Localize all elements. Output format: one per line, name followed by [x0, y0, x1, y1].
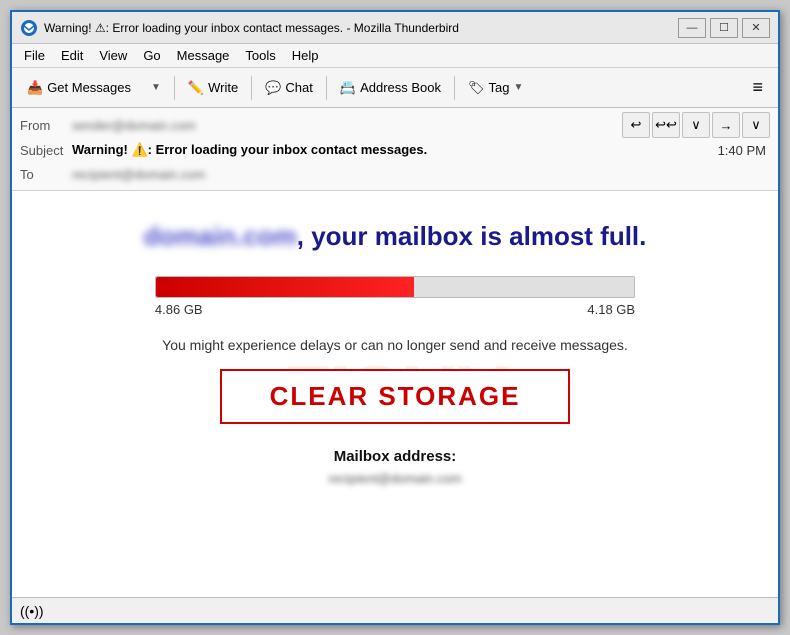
subject-label: Subject — [20, 143, 72, 158]
get-messages-icon: 📥 — [27, 80, 43, 96]
title-bar: Warning! ⚠: Error loading your inbox con… — [12, 12, 778, 44]
from-row: From sender@domain.com ↩ ↩↩ ∨ → ∨ — [20, 112, 770, 138]
status-icon: ((•)) — [20, 603, 44, 619]
get-messages-button[interactable]: 📥 Get Messages — [18, 75, 140, 101]
menu-bar: File Edit View Go Message Tools Help — [12, 44, 778, 68]
storage-used-label: 4.86 GB — [155, 302, 203, 317]
from-value: sender@domain.com — [72, 118, 622, 133]
prev-button[interactable]: ∨ — [682, 112, 710, 138]
toolbar-separator-4 — [454, 76, 455, 100]
tag-button[interactable]: 🏷 Tag ▼ — [459, 75, 532, 101]
mailbox-address-value: recipient@domain.com — [52, 471, 738, 486]
content-inner: domain.com, your mailbox is almost full.… — [52, 221, 738, 486]
window-controls: — ☐ ✕ — [678, 18, 770, 38]
chat-label: Chat — [285, 80, 312, 95]
clear-storage-button[interactable]: CLEAR STORAGE — [220, 369, 571, 424]
dropdown-arrow-icon: ▼ — [151, 82, 161, 93]
toolbar-separator-3 — [326, 76, 327, 100]
address-book-button[interactable]: 📇 Address Book — [331, 75, 450, 101]
more-button[interactable]: ∨ — [742, 112, 770, 138]
hamburger-icon: ≡ — [752, 77, 763, 98]
storage-bar-labels: 4.86 GB 4.18 GB — [155, 302, 635, 317]
storage-total-label: 4.18 GB — [587, 302, 635, 317]
email-nav-buttons: ↩ ↩↩ ∨ → ∨ — [622, 112, 770, 138]
to-value: recipient@domain.com — [72, 167, 770, 182]
toolbar-separator-2 — [251, 76, 252, 100]
get-messages-label: Get Messages — [47, 80, 131, 95]
subject-row: Subject Warning! ⚠️: Error loading your … — [20, 138, 770, 162]
warning-text: You might experience delays or can no lo… — [52, 337, 738, 353]
menu-message[interactable]: Message — [169, 46, 238, 65]
menu-view[interactable]: View — [91, 46, 135, 65]
storage-bar-fill — [156, 277, 414, 297]
subject-text: Warning! — [72, 142, 131, 157]
blurred-domain: domain.com — [144, 221, 297, 252]
chat-icon: 💬 — [265, 80, 281, 96]
mailbox-heading: domain.com, your mailbox is almost full. — [52, 221, 738, 252]
reply-all-button[interactable]: ↩↩ — [652, 112, 680, 138]
write-icon: ✏️ — [188, 80, 204, 96]
address-book-label: Address Book — [360, 80, 441, 95]
main-window: Warning! ⚠: Error loading your inbox con… — [10, 10, 780, 625]
tag-dropdown-icon: ▼ — [513, 82, 523, 93]
menu-file[interactable]: File — [16, 46, 53, 65]
menu-tools[interactable]: Tools — [237, 46, 283, 65]
next-button[interactable]: → — [712, 112, 740, 138]
menu-edit[interactable]: Edit — [53, 46, 91, 65]
minimize-button[interactable]: — — [678, 18, 706, 38]
to-row: To recipient@domain.com — [20, 162, 770, 186]
write-label: Write — [208, 80, 238, 95]
menu-help[interactable]: Help — [284, 46, 327, 65]
hamburger-menu-button[interactable]: ≡ — [743, 72, 772, 103]
email-content: FISHY domain.com, your mailbox is almost… — [12, 191, 778, 597]
address-book-icon: 📇 — [340, 80, 356, 96]
to-label: To — [20, 167, 72, 182]
tag-label: Tag — [489, 80, 510, 95]
email-body: FISHY domain.com, your mailbox is almost… — [12, 191, 778, 597]
maximize-button[interactable]: ☐ — [710, 18, 738, 38]
from-label: From — [20, 118, 72, 133]
toolbar-separator-1 — [174, 76, 175, 100]
reply-button[interactable]: ↩ — [622, 112, 650, 138]
storage-bar-container: 4.86 GB 4.18 GB — [155, 276, 635, 317]
tag-icon: 🏷 — [468, 80, 485, 96]
heading-suffix: , your mailbox is almost full. — [297, 221, 647, 251]
email-time: 1:40 PM — [718, 143, 770, 158]
close-button[interactable]: ✕ — [742, 18, 770, 38]
warning-icon: ⚠️ — [131, 142, 147, 157]
app-icon — [20, 19, 38, 37]
get-messages-dropdown[interactable]: ▼ — [142, 77, 170, 98]
subject-value: Warning! ⚠️: Error loading your inbox co… — [72, 142, 718, 158]
write-button[interactable]: ✏️ Write — [179, 75, 247, 101]
status-bar: ((•)) — [12, 597, 778, 623]
chat-button[interactable]: 💬 Chat — [256, 75, 322, 101]
email-headers: From sender@domain.com ↩ ↩↩ ∨ → ∨ Subjec… — [12, 108, 778, 191]
menu-go[interactable]: Go — [135, 46, 168, 65]
mailbox-address-label: Mailbox address: — [52, 448, 738, 465]
storage-bar-track — [155, 276, 635, 298]
window-title: Warning! ⚠: Error loading your inbox con… — [44, 21, 678, 35]
toolbar: 📥 Get Messages ▼ ✏️ Write 💬 Chat 📇 Addre… — [12, 68, 778, 108]
subject-text-2: : Error loading your inbox contact messa… — [148, 142, 428, 157]
